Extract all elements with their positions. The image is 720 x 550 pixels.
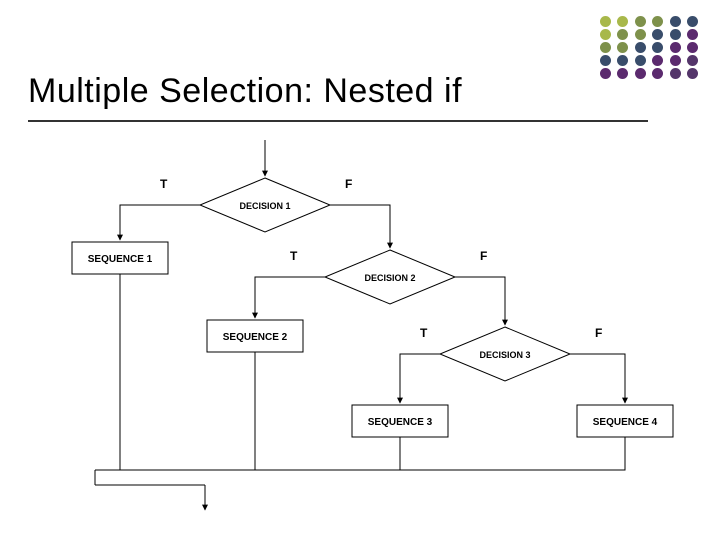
- svg-text:DECISION 1: DECISION 1: [239, 201, 290, 211]
- branch-d3-T: T: [420, 326, 428, 340]
- sequence-3-label: SEQUENCE 3: [368, 417, 433, 428]
- edge-d1-d2: [330, 205, 390, 248]
- sequence-1-label: SEQUENCE 1: [88, 254, 153, 265]
- slide: Multiple Selection: Nested if DECISION 1…: [0, 0, 720, 540]
- svg-text:T: T: [160, 177, 168, 191]
- decision-2-label: DECISION 2: [364, 273, 415, 283]
- branch-d3-F: F: [595, 326, 602, 340]
- edge-d2-d3: [455, 277, 505, 325]
- decision-3-label: DECISION 3: [479, 350, 530, 360]
- edge-d3-s3: [400, 354, 440, 403]
- sequence-2-label: SEQUENCE 2: [223, 332, 288, 343]
- decorative-dots: [598, 14, 698, 85]
- svg-text:SEQUENCE 4: SEQUENCE 4: [593, 417, 658, 428]
- flowchart: DECISION 1 T F SEQUENCE 1 DECISION 2 T F…: [0, 130, 720, 550]
- branch-d1-F: F: [345, 177, 352, 191]
- branch-d1-T: T: [160, 177, 168, 191]
- branch-d2-T: T: [290, 249, 298, 263]
- svg-text:DECISION 3: DECISION 3: [479, 350, 530, 360]
- edge-s4-bus: [95, 437, 625, 470]
- edge-d3-s4: [570, 354, 625, 403]
- branch-d2-F: F: [480, 249, 487, 263]
- sequence-4-label: SEQUENCE 4: [593, 417, 658, 428]
- svg-text:SEQUENCE 3: SEQUENCE 3: [368, 417, 433, 428]
- edge-d2-s2: [255, 277, 325, 318]
- decision-1-label: DECISION 1: [239, 201, 290, 211]
- svg-text:SEQUENCE 2: SEQUENCE 2: [223, 332, 288, 343]
- svg-text:T: T: [420, 326, 428, 340]
- svg-text:F: F: [345, 177, 352, 191]
- svg-text:DECISION 2: DECISION 2: [364, 273, 415, 283]
- svg-text:SEQUENCE 1: SEQUENCE 1: [88, 254, 153, 265]
- svg-text:F: F: [595, 326, 602, 340]
- title-underline: [28, 120, 648, 122]
- svg-text:T: T: [290, 249, 298, 263]
- page-title: Multiple Selection: Nested if: [28, 72, 462, 111]
- edge-d1-s1: [120, 205, 200, 240]
- svg-text:F: F: [480, 249, 487, 263]
